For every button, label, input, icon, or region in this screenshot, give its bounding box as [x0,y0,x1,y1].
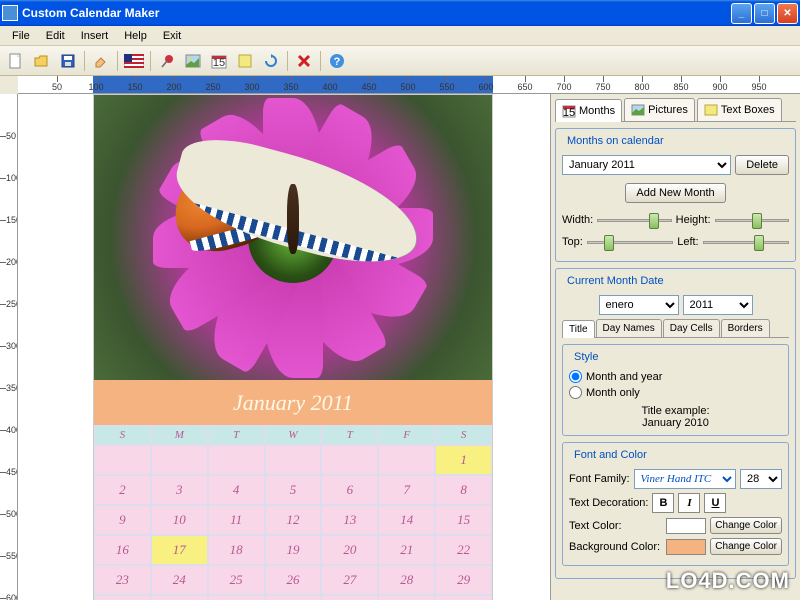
panel-tabs: 15Months Pictures Text Boxes [555,98,796,122]
tab-textboxes[interactable]: Text Boxes [697,98,782,121]
font-size-select[interactable]: 28 [740,469,782,489]
radio-month-year[interactable] [569,370,582,383]
style-fieldset: Style Month and year Month only Title ex… [562,344,789,436]
add-month-button[interactable]: Add New Month [625,183,725,203]
minimize-button[interactable]: _ [731,3,752,24]
svg-text:?: ? [334,56,341,68]
ruler-horizontal: 5010015020025030035040045050055060065070… [18,76,800,94]
current-month-fieldset: Current Month Date enero 2011 Title Day … [555,268,796,579]
menu-file[interactable]: File [4,28,38,44]
flag-icon[interactable] [122,49,146,73]
menu-exit[interactable]: Exit [155,28,189,44]
font-fieldset: Font and Color Font Family: Viner Hand I… [562,442,789,566]
canvas[interactable]: January 2011 SMTWTFS 1234567891011121314… [18,94,550,600]
text-color-swatch [666,518,706,534]
side-panel: ➡ 15Months Pictures Text Boxes Months on… [550,94,800,600]
bg-color-swatch [666,539,706,555]
refresh-icon[interactable] [259,49,283,73]
radio-month-only[interactable] [569,386,582,399]
help-icon[interactable]: ? [325,49,349,73]
bold-button[interactable]: B [652,493,674,513]
title-example-label: Title example: [569,405,782,417]
menu-insert[interactable]: Insert [73,28,117,44]
menu-edit[interactable]: Edit [38,28,73,44]
calendar-photo[interactable] [94,95,492,380]
menubar: File Edit Insert Help Exit [0,26,800,46]
italic-button[interactable]: I [678,493,700,513]
butterfly-graphic [173,158,413,288]
menu-help[interactable]: Help [116,28,155,44]
calendar-title[interactable]: January 2011 [94,380,492,425]
underline-button[interactable]: U [704,493,726,513]
app-icon [2,5,18,21]
titlebar: Custom Calendar Maker _ □ ✕ [0,0,800,26]
current-year-select[interactable]: 2011 [683,295,753,315]
top-slider[interactable] [587,233,673,251]
pin-icon[interactable] [155,49,179,73]
svg-text:15: 15 [213,57,225,69]
title-example-value: January 2010 [569,417,782,429]
window-title: Custom Calendar Maker [22,6,729,20]
image-icon[interactable] [181,49,205,73]
open-icon[interactable] [30,49,54,73]
toolbar: 15 ? [0,46,800,76]
current-month-select[interactable]: enero [599,295,679,315]
tab-months[interactable]: 15Months [555,99,622,122]
maximize-button[interactable]: □ [754,3,775,24]
close-button[interactable]: ✕ [777,3,798,24]
subtab-daynames[interactable]: Day Names [596,319,662,337]
left-slider[interactable] [703,233,789,251]
calendar-header: SMTWTFS [94,425,492,445]
width-slider[interactable] [597,211,671,229]
subtab-borders[interactable]: Borders [721,319,770,337]
watermark: LO4D.COM [666,568,790,594]
font-family-select[interactable]: Viner Hand ITC [634,469,736,489]
save-icon[interactable] [56,49,80,73]
eraser-icon[interactable] [89,49,113,73]
month-select[interactable]: January 2011 [562,155,731,175]
months-fieldset: Months on calendar January 2011 Delete A… [555,128,796,262]
change-text-color-button[interactable]: Change Color [710,517,782,534]
delete-button[interactable]: Delete [735,155,789,175]
height-slider[interactable] [715,211,789,229]
tab-pictures[interactable]: Pictures [624,98,695,121]
new-icon[interactable] [4,49,28,73]
subtab-daycells[interactable]: Day Cells [663,319,720,337]
note-icon[interactable] [233,49,257,73]
change-bg-color-button[interactable]: Change Color [710,538,782,555]
calendar-body[interactable]: 1234567891011121314151617181920212223242… [94,445,492,600]
subtabs: Title Day Names Day Cells Borders [562,319,789,338]
ruler-vertical: 50100150200250300350400450500550600 [0,94,18,600]
svg-text:15: 15 [563,107,575,118]
calendar-icon[interactable]: 15 [207,49,231,73]
delete-icon[interactable] [292,49,316,73]
subtab-title[interactable]: Title [562,320,595,338]
calendar-page[interactable]: January 2011 SMTWTFS 1234567891011121314… [93,94,493,600]
